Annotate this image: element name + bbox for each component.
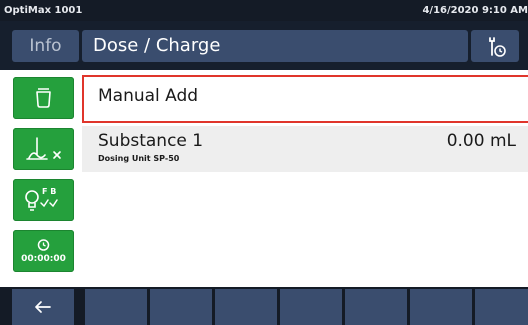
bottom-button-7[interactable]	[410, 289, 472, 325]
timer-value: 00:00:00	[21, 254, 66, 264]
info-button-label: Info	[29, 36, 62, 56]
substance-name: Substance 1	[98, 131, 204, 151]
stirrer-off-icon	[26, 137, 61, 160]
fb-label: F B	[42, 187, 56, 196]
container-icon	[36, 88, 51, 108]
bottom-button-6[interactable]	[345, 289, 407, 325]
back-button[interactable]	[12, 289, 74, 325]
bottom-button-2[interactable]	[85, 289, 147, 325]
header-bar: Info Dose / Charge	[0, 21, 528, 70]
arrow-left-icon	[35, 301, 51, 313]
dosing-unit-label: Dosing Unit SP-50	[98, 154, 180, 163]
bottom-button-4[interactable]	[215, 289, 277, 325]
main-content: F B 00:00:00 Manual Add Substance 1 Dosi…	[0, 70, 528, 287]
bottom-bar	[0, 287, 528, 325]
timer-button[interactable]: 00:00:00	[13, 230, 74, 272]
wrench-clock-icon	[489, 37, 506, 57]
bottom-button-5[interactable]	[280, 289, 342, 325]
stirrer-button[interactable]	[13, 128, 74, 170]
page-title: Dose / Charge	[93, 35, 221, 56]
page-title-box: Dose / Charge	[82, 30, 468, 62]
clock-icon	[37, 239, 50, 251]
manual-add-label: Manual Add	[98, 86, 199, 106]
lightbulb-fb-check-icon: F B	[25, 187, 58, 211]
status-bar: OptiMax 1001 4/16/2020 9:10 AM	[0, 0, 528, 21]
substance-amount: 0.00 mL	[446, 131, 516, 151]
tools-button[interactable]	[471, 30, 519, 62]
list-item-substance[interactable]: Substance 1 Dosing Unit SP-50 0.00 mL	[82, 126, 528, 172]
feedback-button[interactable]: F B	[13, 179, 74, 221]
bottom-button-3[interactable]	[150, 289, 212, 325]
list-item-manual-add[interactable]: Manual Add	[82, 75, 528, 123]
datetime: 4/16/2020 9:10 AM	[422, 5, 528, 16]
device-name: OptiMax 1001	[4, 5, 83, 16]
bottom-button-8[interactable]	[475, 289, 528, 325]
container-button[interactable]	[13, 77, 74, 119]
info-button[interactable]: Info	[12, 30, 79, 62]
